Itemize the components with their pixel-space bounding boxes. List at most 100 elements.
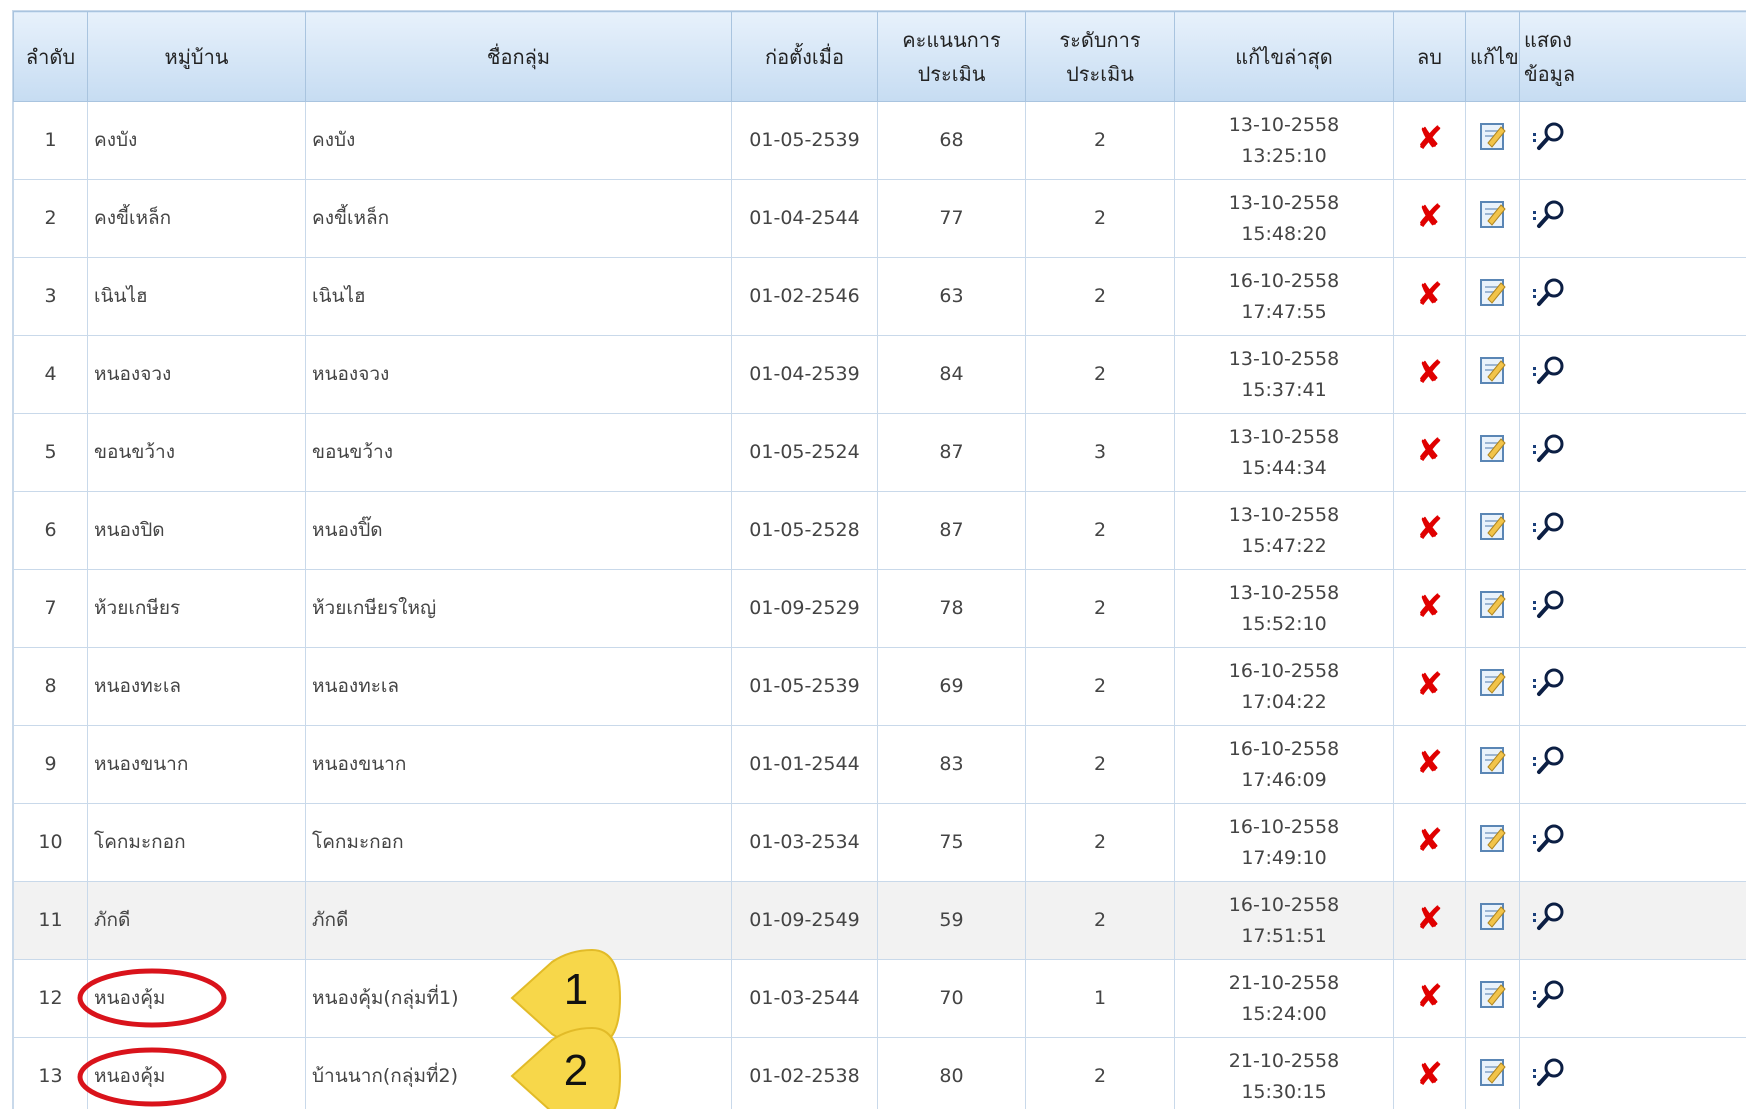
col-group[interactable]: ชื่อกลุ่ม	[305, 11, 732, 102]
cell-founded: 01-03-2534	[731, 803, 878, 882]
cell-edit	[1465, 491, 1520, 570]
cell-delete: ✘	[1393, 959, 1466, 1038]
cell-score: 63	[877, 257, 1026, 336]
edit-icon[interactable]	[1479, 355, 1507, 395]
cell-village: หนองคุ้ม	[87, 1037, 306, 1109]
cell-score: 59	[877, 881, 1026, 960]
delete-icon[interactable]: ✘	[1416, 353, 1443, 391]
modified-date: 13-10-2558	[1228, 581, 1340, 604]
cell-group: หนองปิ๊ด	[305, 491, 732, 570]
cell-edit	[1465, 569, 1520, 648]
edit-icon[interactable]	[1479, 433, 1507, 473]
edit-icon[interactable]	[1479, 121, 1507, 161]
table-row: 5 ขอนขว้าง ขอนขว้าง 01-05-2524 87 3 13-10-2558…	[13, 413, 1746, 492]
edit-icon[interactable]	[1479, 1057, 1507, 1097]
modified-time: 15:47:22	[1241, 534, 1327, 557]
cell-delete: ✘	[1393, 413, 1466, 492]
cell-edit	[1465, 725, 1520, 804]
cell-village: ขอนขว้าง	[87, 413, 306, 492]
magnifier-icon[interactable]	[1530, 354, 1570, 396]
cell-show	[1519, 491, 1746, 570]
magnifier-icon[interactable]	[1530, 588, 1570, 630]
magnifier-icon[interactable]	[1530, 822, 1570, 864]
magnifier-icon[interactable]	[1530, 510, 1570, 552]
cell-group: หนองจวง	[305, 335, 732, 414]
cell-group: คงบัง	[305, 101, 732, 180]
delete-icon[interactable]: ✘	[1416, 587, 1443, 625]
delete-icon[interactable]: ✘	[1416, 431, 1443, 469]
cell-village: หนองทะเล	[87, 647, 306, 726]
cell-delete: ✘	[1393, 1037, 1466, 1109]
cell-edit	[1465, 803, 1520, 882]
edit-icon[interactable]	[1479, 589, 1507, 629]
edit-icon[interactable]	[1479, 745, 1507, 785]
cell-level: 2	[1025, 569, 1175, 648]
col-level[interactable]: ระดับการ ประเมิน	[1025, 11, 1175, 102]
delete-icon[interactable]: ✘	[1416, 899, 1443, 937]
magnifier-icon[interactable]	[1530, 666, 1570, 708]
modified-time: 13:25:10	[1241, 144, 1327, 167]
magnifier-icon[interactable]	[1530, 432, 1570, 474]
edit-icon[interactable]	[1479, 667, 1507, 707]
delete-icon[interactable]: ✘	[1416, 743, 1443, 781]
edit-icon[interactable]	[1479, 511, 1507, 551]
cell-order: 13	[13, 1037, 88, 1109]
cell-group: ขอนขว้าง	[305, 413, 732, 492]
col-score[interactable]: คะแนนการ ประเมิน	[877, 11, 1026, 102]
modified-time: 15:37:41	[1241, 378, 1327, 401]
delete-icon[interactable]: ✘	[1416, 197, 1443, 235]
delete-icon[interactable]: ✘	[1416, 119, 1443, 157]
magnifier-icon[interactable]	[1530, 744, 1570, 786]
modified-time: 17:51:51	[1241, 924, 1327, 947]
cell-score: 80	[877, 1037, 1026, 1109]
cell-group: ภักดี	[305, 881, 732, 960]
magnifier-icon[interactable]	[1530, 978, 1570, 1020]
magnifier-icon[interactable]	[1530, 276, 1570, 318]
cell-edit	[1465, 257, 1520, 336]
edit-icon[interactable]	[1479, 199, 1507, 239]
col-founded[interactable]: ก่อตั้งเมื่อ	[731, 11, 878, 102]
col-order[interactable]: ลำดับ	[13, 11, 88, 102]
table-row: 12 หนองคุ้ม หนองคุ้ม(กลุ่มที่1) 01-03-2544 7…	[13, 959, 1746, 1038]
edit-icon[interactable]	[1479, 823, 1507, 863]
delete-icon[interactable]: ✘	[1416, 1055, 1443, 1093]
cell-delete: ✘	[1393, 725, 1466, 804]
edit-icon[interactable]	[1479, 901, 1507, 941]
edit-icon[interactable]	[1479, 277, 1507, 317]
modified-time: 15:52:10	[1241, 612, 1327, 635]
cell-score: 87	[877, 413, 1026, 492]
delete-icon[interactable]: ✘	[1416, 509, 1443, 547]
cell-level: 2	[1025, 803, 1175, 882]
cell-score: 87	[877, 491, 1026, 570]
cell-level: 1	[1025, 959, 1175, 1038]
cell-delete: ✘	[1393, 179, 1466, 258]
cell-modified: 13-10-2558 15:52:10	[1174, 569, 1394, 648]
magnifier-icon[interactable]	[1530, 198, 1570, 240]
cell-modified: 13-10-2558 15:44:34	[1174, 413, 1394, 492]
cell-group: ห้วยเกษียรใหญ่	[305, 569, 732, 648]
cell-order: 2	[13, 179, 88, 258]
cell-modified: 16-10-2558 17:04:22	[1174, 647, 1394, 726]
cell-order: 1	[13, 101, 88, 180]
magnifier-icon[interactable]	[1530, 120, 1570, 162]
cell-founded: 01-03-2544	[731, 959, 878, 1038]
col-modified[interactable]: แก้ไขล่าสุด	[1174, 11, 1394, 102]
cell-score: 77	[877, 179, 1026, 258]
cell-level: 2	[1025, 335, 1175, 414]
magnifier-icon[interactable]	[1530, 900, 1570, 942]
cell-founded: 01-05-2539	[731, 647, 878, 726]
table-row: 6 หนองปิด หนองปิ๊ด 01-05-2528 87 2 13-10-2558 1…	[13, 491, 1746, 570]
magnifier-icon[interactable]	[1530, 1056, 1570, 1098]
edit-icon[interactable]	[1479, 979, 1507, 1019]
cell-level: 2	[1025, 725, 1175, 804]
table-row: 9 หนองขนาก หนองขนาก 01-01-2544 83 2 16-10-2558…	[13, 725, 1746, 804]
col-village[interactable]: หมู่บ้าน	[87, 11, 306, 102]
delete-icon[interactable]: ✘	[1416, 665, 1443, 703]
table-row: 2 คงขี้เหล็ก คงขี้เหล็ก 01-04-2544 77 2 13-10-…	[13, 179, 1746, 258]
delete-icon[interactable]: ✘	[1416, 275, 1443, 313]
delete-icon[interactable]: ✘	[1416, 977, 1443, 1015]
cell-group: หนองทะเล	[305, 647, 732, 726]
delete-icon[interactable]: ✘	[1416, 821, 1443, 859]
cell-score: 70	[877, 959, 1026, 1038]
modified-time: 17:46:09	[1241, 768, 1327, 791]
